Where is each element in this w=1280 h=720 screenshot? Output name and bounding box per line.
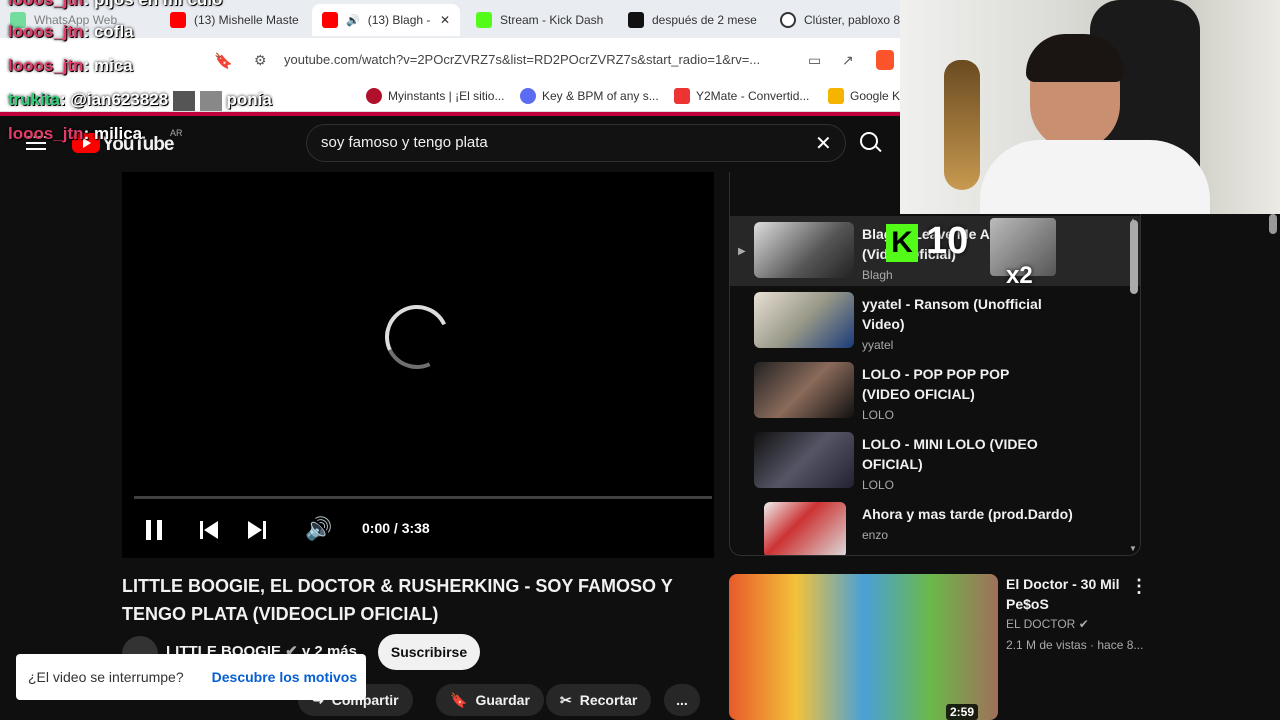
threads-icon bbox=[780, 12, 796, 28]
duration-badge: 2:59 bbox=[946, 704, 979, 720]
learn-more-link[interactable]: Descubre los motivos bbox=[212, 669, 358, 685]
bookmark-key-bpm[interactable]: Key & BPM of any s... bbox=[520, 88, 659, 104]
guitar-icon bbox=[944, 60, 980, 190]
speaker-icon: 🔊 bbox=[346, 14, 360, 27]
playlist-thumbnail bbox=[754, 292, 854, 348]
more-actions-button[interactable]: ... bbox=[664, 684, 700, 716]
url-field[interactable]: youtube.com/watch?v=2POcrZVRZ7s&list=RD2… bbox=[284, 52, 760, 67]
playlist-thumbnail bbox=[754, 432, 854, 488]
search-input[interactable]: soy famoso y tengo plata bbox=[321, 134, 488, 151]
tab-blagh[interactable]: 🔊 (13) Blagh - ✕ bbox=[312, 4, 460, 36]
playlist-item-artist: LOLO bbox=[862, 478, 895, 492]
playlist-item-title: Ahora y mas tarde (prod.Dardo) bbox=[862, 506, 1073, 522]
recommendation-title[interactable]: El Doctor - 30 Mil Pe$oS bbox=[1006, 574, 1126, 614]
pause-icon[interactable] bbox=[146, 520, 162, 540]
recommendation-meta: 2.1 M de vistas · hace 8... bbox=[1006, 638, 1144, 652]
playlist-item-title: yyatel - Ransom (Unofficial Video) bbox=[862, 296, 1042, 332]
playlist-scrollbar[interactable] bbox=[1130, 220, 1138, 294]
time-display: 0:00 / 3:38 bbox=[362, 520, 430, 536]
progress-bar[interactable] bbox=[134, 496, 712, 499]
chat-message: trukita: @ian623828 ponía bbox=[8, 90, 272, 111]
volume-icon[interactable]: 🔊 bbox=[305, 516, 332, 542]
playlist-thumbnail bbox=[754, 222, 854, 278]
chat-message: looos_jtn: pijos en mi culo bbox=[8, 0, 222, 10]
tiktok-icon bbox=[628, 12, 644, 28]
playlist-item[interactable]: Ahora y mas tarde (prod.Dardo) enzo bbox=[730, 496, 1130, 555]
subscribe-button[interactable]: Suscribirse bbox=[378, 634, 480, 670]
youtube-icon bbox=[170, 12, 186, 28]
bookmark-myinstants[interactable]: Myinstants | ¡El sitio... bbox=[366, 88, 504, 104]
clear-search-icon[interactable]: ✕ bbox=[815, 131, 832, 156]
scissors-icon: ✂ bbox=[560, 691, 572, 708]
now-playing-icon: ▶ bbox=[738, 246, 746, 257]
tab-cluster[interactable]: Clúster, pabloxo 8 bbox=[770, 4, 900, 36]
brave-shield-icon[interactable] bbox=[876, 50, 894, 70]
kick-icon bbox=[476, 12, 492, 28]
chat-message: looos_jtn: milica bbox=[8, 124, 143, 143]
recommendation-thumbnail[interactable] bbox=[729, 574, 998, 720]
bookmark-icon[interactable]: 🔖 bbox=[214, 52, 233, 70]
video-title: LITTLE BOOGIE, EL DOCTOR & RUSHERKING - … bbox=[122, 576, 673, 624]
playlist-item-artist: Blagh bbox=[862, 268, 893, 282]
chat-message: looos_jtn: cofla bbox=[8, 22, 134, 41]
youtube-icon bbox=[322, 12, 338, 28]
kebab-menu-icon[interactable]: ⋮ bbox=[1130, 576, 1148, 597]
tab-kick[interactable]: Stream - Kick Dash bbox=[466, 4, 616, 36]
playlist-thumbnail bbox=[754, 362, 854, 418]
playlist-item-title: LOLO - MINI LOLO (VIDEO OFICIAL) bbox=[862, 436, 1038, 472]
playlist-item-artist: enzo bbox=[862, 528, 889, 542]
playlist-item[interactable]: LOLO - POP POP POP (VIDEO OFICIAL) LOLO bbox=[730, 356, 1130, 426]
playlist-item[interactable]: LOLO - MINI LOLO (VIDEO OFICIAL) LOLO bbox=[730, 426, 1130, 496]
scroll-up-icon[interactable]: ▲ bbox=[1129, 216, 1137, 225]
playlist-item[interactable]: yyatel - Ransom (Unofficial Video) yyate… bbox=[730, 286, 1130, 356]
music-note-icon bbox=[520, 88, 536, 104]
search-icon[interactable] bbox=[860, 132, 882, 153]
myinstants-icon bbox=[366, 88, 382, 104]
playlist-item-artist: LOLO bbox=[862, 408, 895, 422]
multiplier-badge: x2 bbox=[1006, 262, 1033, 289]
playlist-thumbnail bbox=[764, 502, 846, 555]
emote-icon bbox=[199, 90, 222, 111]
country-code: AR bbox=[170, 128, 183, 138]
kick-counter: 10 bbox=[926, 220, 969, 262]
chat-message: looos_jtn: mica bbox=[8, 56, 133, 75]
previous-icon[interactable] bbox=[200, 521, 218, 539]
next-icon[interactable] bbox=[248, 521, 266, 539]
save-button[interactable]: 🔖 Guardar bbox=[436, 684, 544, 716]
verified-icon: ✔ bbox=[1078, 617, 1089, 631]
close-tab-icon[interactable]: ✕ bbox=[440, 13, 450, 27]
streamer-shirt bbox=[980, 140, 1210, 214]
site-info-icon[interactable]: ⚙ bbox=[254, 52, 267, 69]
bookmark-y2mate[interactable]: Y2Mate - Convertid... bbox=[674, 88, 809, 104]
share-icon[interactable]: ↗ bbox=[842, 52, 854, 69]
more-icon: ... bbox=[676, 692, 688, 708]
kick-logo-icon: K bbox=[886, 224, 918, 262]
clip-button[interactable]: ✂ Recortar bbox=[546, 684, 652, 716]
webcam-feed bbox=[900, 0, 1280, 214]
tab-tiktok[interactable]: después de 2 mese bbox=[618, 4, 768, 36]
recommendation-channel[interactable]: EL DOCTOR ✔ bbox=[1006, 617, 1089, 631]
save-icon: 🔖 bbox=[450, 691, 468, 708]
playback-issue-toast: ¿El video se interrumpe? Descubre los mot… bbox=[16, 654, 366, 700]
page-scrollbar[interactable] bbox=[1269, 214, 1277, 234]
emote-icon bbox=[172, 90, 195, 111]
google-icon bbox=[828, 88, 844, 104]
playlist-item-artist: yyatel bbox=[862, 338, 894, 352]
scroll-down-icon[interactable]: ▼ bbox=[1129, 544, 1137, 553]
install-icon[interactable]: ▭ bbox=[808, 52, 821, 69]
bookmark-google[interactable]: Google K bbox=[828, 88, 900, 104]
y2mate-icon bbox=[674, 88, 690, 104]
playlist-item-title: LOLO - POP POP POP (VIDEO OFICIAL) bbox=[862, 366, 1010, 402]
